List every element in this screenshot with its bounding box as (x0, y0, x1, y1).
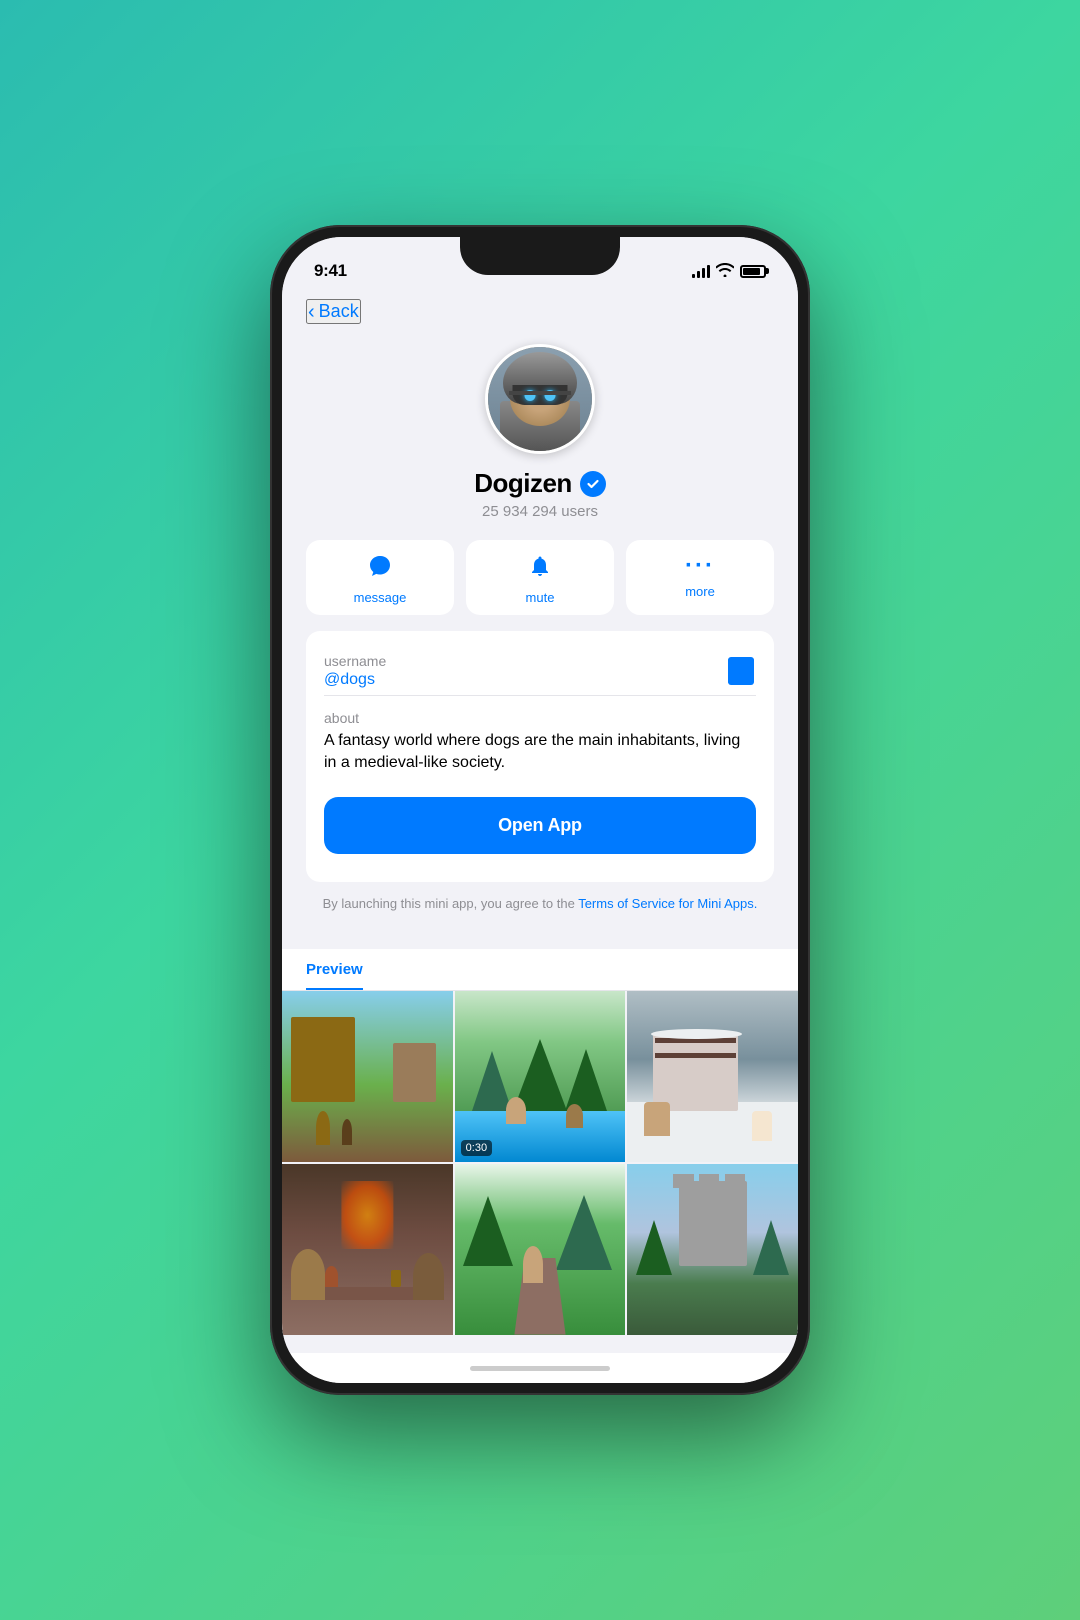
more-icon: ··· (685, 554, 715, 578)
bell-icon (528, 554, 552, 584)
more-label: more (685, 584, 715, 599)
avatar (485, 344, 595, 454)
message-icon (368, 554, 392, 584)
chevron-left-icon: ‹ (308, 302, 315, 322)
verified-badge (580, 471, 606, 497)
video-duration-2: 0:30 (461, 1140, 492, 1156)
grid-item-3[interactable] (627, 991, 798, 1162)
profile-name-row: Dogizen (474, 468, 606, 499)
open-app-button[interactable]: Open App (324, 797, 756, 854)
username-value[interactable]: @dogs (324, 671, 728, 689)
status-time: 9:41 (314, 261, 347, 281)
phone-notch (460, 237, 620, 275)
tab-preview[interactable]: Preview (306, 949, 363, 990)
phone-screen: 9:41 (282, 237, 798, 1383)
back-button[interactable]: ‹ Back (306, 299, 361, 324)
terms-link[interactable]: Terms of Service for Mini Apps. (578, 896, 757, 911)
signal-icon (692, 264, 710, 278)
qr-code-icon[interactable] (728, 657, 756, 685)
message-button[interactable]: message (306, 540, 454, 615)
phone-frame: 9:41 (270, 225, 810, 1395)
home-indicator (282, 1353, 798, 1383)
preview-tab-bar: Preview (282, 949, 798, 991)
grid-item-4[interactable] (282, 1164, 453, 1335)
nav-bar: ‹ Back (282, 291, 798, 336)
preview-section: Preview (282, 949, 798, 1353)
image-grid: 0:30 (282, 991, 798, 1334)
more-button[interactable]: ··· more (626, 540, 774, 615)
message-label: message (354, 590, 407, 605)
grid-item-6[interactable] (627, 1164, 798, 1335)
mute-button[interactable]: mute (466, 540, 614, 615)
profile-section: Dogizen 25 934 294 users (282, 336, 798, 949)
terms-text: By launching this mini app, you agree to… (319, 894, 762, 914)
battery-icon (740, 265, 766, 278)
username-row: username @dogs (324, 647, 756, 696)
status-icons (692, 263, 766, 280)
mute-label: mute (526, 590, 555, 605)
info-card: username @dogs (306, 631, 774, 882)
grid-item-1[interactable] (282, 991, 453, 1162)
action-buttons-row: message mute ··· more (306, 540, 774, 615)
grid-item-5[interactable] (455, 1164, 626, 1335)
username-label: username (324, 653, 728, 669)
terms-prefix: By launching this mini app, you agree to… (323, 896, 579, 911)
profile-name: Dogizen (474, 468, 572, 499)
grid-item-2[interactable]: 0:30 (455, 991, 626, 1162)
back-label: Back (319, 301, 359, 322)
profile-users-count: 25 934 294 users (482, 503, 598, 520)
about-row: about A fantasy world where dogs are the… (324, 696, 756, 781)
wifi-icon (716, 263, 734, 280)
scroll-content: ‹ Back (282, 291, 798, 1383)
about-label: about (324, 710, 756, 726)
about-value: A fantasy world where dogs are the main … (324, 730, 756, 775)
